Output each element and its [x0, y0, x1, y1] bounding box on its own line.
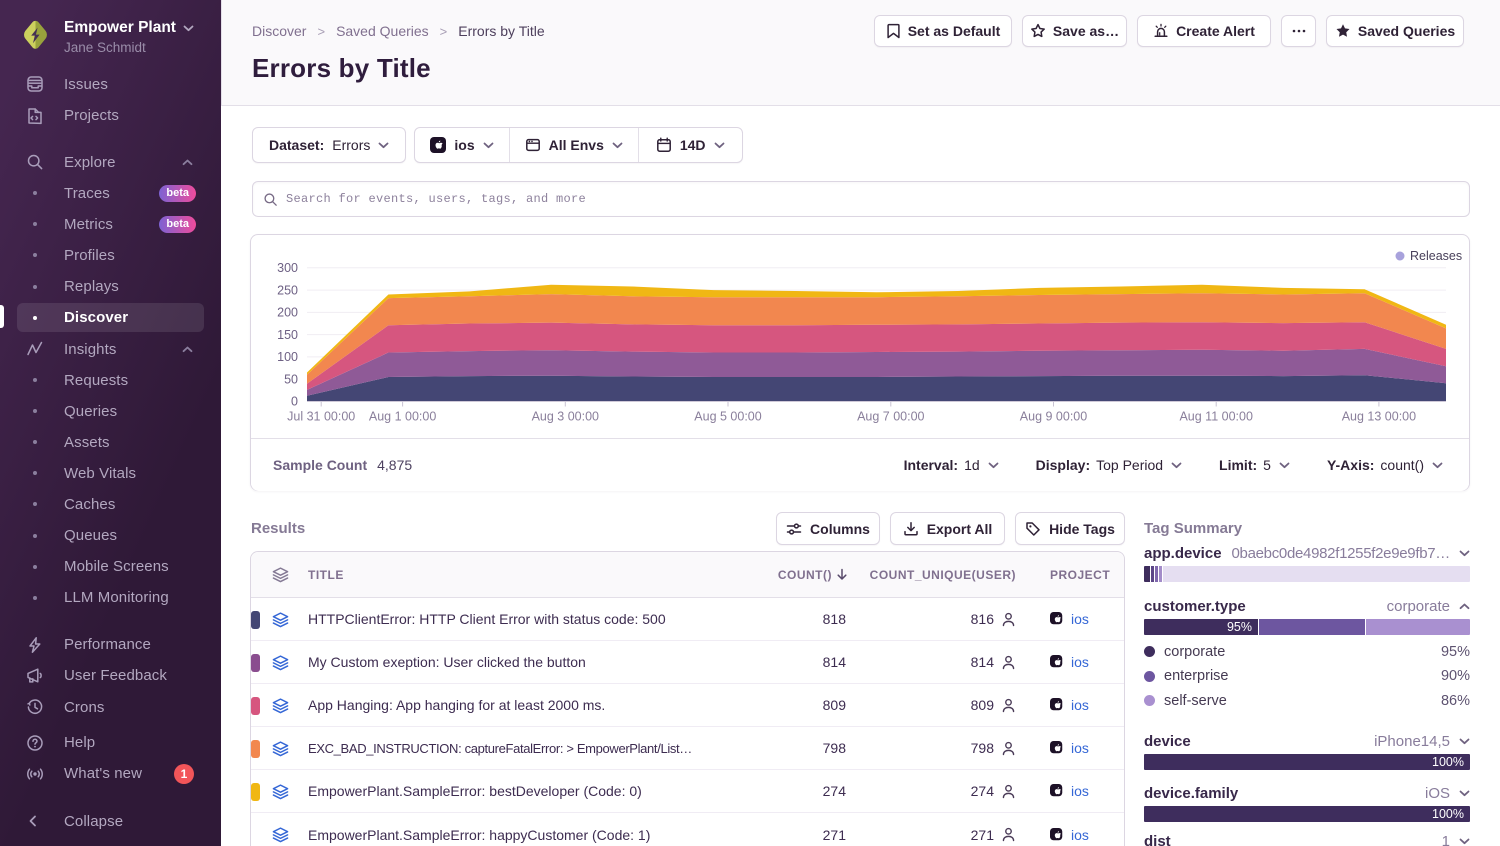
- svg-text:Jul 31 00:00: Jul 31 00:00: [287, 410, 355, 424]
- svg-text:Aug 13 00:00: Aug 13 00:00: [1342, 410, 1416, 424]
- svg-text:50: 50: [284, 372, 298, 386]
- svg-text:250: 250: [277, 283, 298, 297]
- svg-text:0: 0: [291, 395, 298, 409]
- svg-text:200: 200: [277, 306, 298, 320]
- svg-text:150: 150: [277, 328, 298, 342]
- svg-text:Aug 7 00:00: Aug 7 00:00: [857, 410, 924, 424]
- svg-text:Aug 5 00:00: Aug 5 00:00: [694, 410, 761, 424]
- svg-text:Aug 9 00:00: Aug 9 00:00: [1020, 410, 1087, 424]
- svg-text:Aug 1 00:00: Aug 1 00:00: [369, 410, 436, 424]
- svg-text:100: 100: [277, 350, 298, 364]
- svg-text:300: 300: [277, 261, 298, 275]
- svg-text:Aug 3 00:00: Aug 3 00:00: [532, 410, 599, 424]
- svg-text:Aug 11 00:00: Aug 11 00:00: [1179, 410, 1252, 424]
- svg-text:Releases: Releases: [1410, 249, 1462, 263]
